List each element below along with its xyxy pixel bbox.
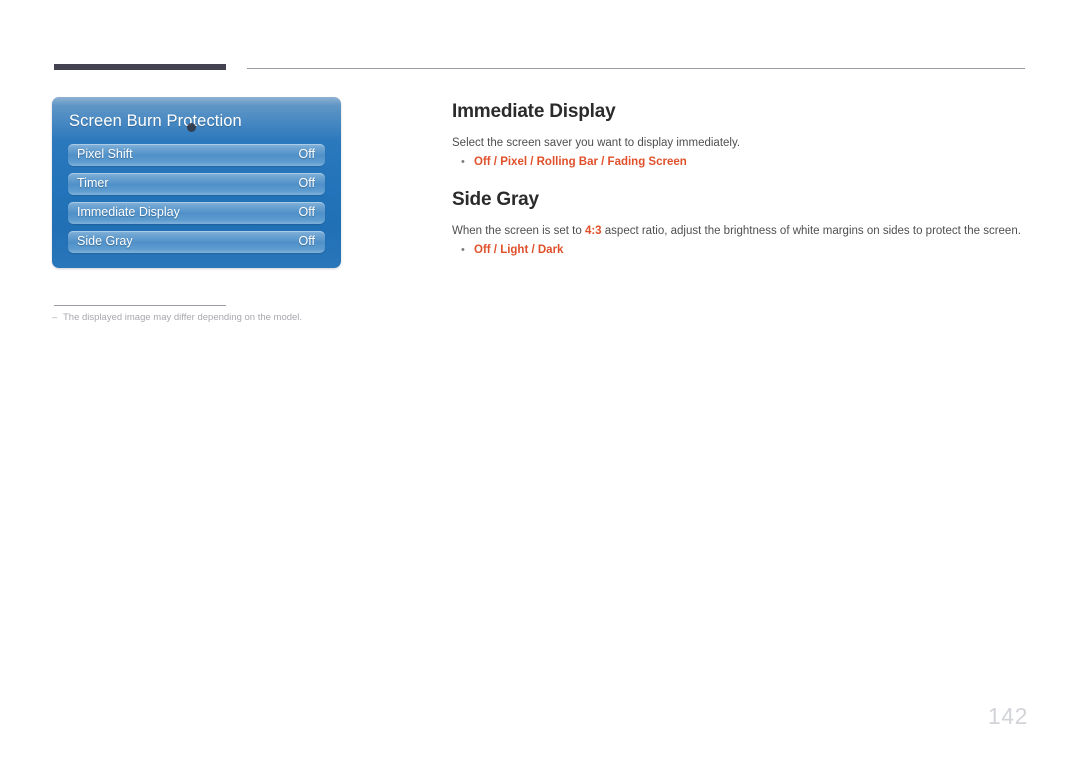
footnote-dash: – bbox=[52, 312, 58, 323]
osd-menu-item-label: Side Gray bbox=[77, 234, 133, 248]
header-rule-thin bbox=[247, 68, 1025, 69]
osd-menu-item-value: Off bbox=[298, 205, 315, 219]
osd-menu-item-value: Off bbox=[298, 176, 315, 190]
manual-page: { "page": { "number": "142", "footnote_d… bbox=[0, 0, 1080, 763]
footnote-divider bbox=[54, 305, 226, 306]
osd-menu-item-timer[interactable]: Timer Off bbox=[68, 173, 325, 195]
bullet-icon: • bbox=[461, 244, 465, 256]
bullet-icon: • bbox=[461, 156, 465, 168]
osd-panel-screen-burn-protection: Screen Burn Protection Pixel Shift Off T… bbox=[52, 97, 341, 268]
osd-menu-item-label: Timer bbox=[77, 176, 109, 190]
cursor-icon bbox=[187, 123, 196, 132]
osd-menu-item-value: Off bbox=[298, 234, 315, 248]
osd-menu-item-label: Immediate Display bbox=[77, 205, 180, 219]
page-number: 142 bbox=[987, 703, 1028, 729]
osd-menu-item-pixel-shift[interactable]: Pixel Shift Off bbox=[68, 144, 325, 166]
footnote-text: The displayed image may differ depending… bbox=[63, 312, 303, 323]
description-highlight-aspect-ratio: 4:3 bbox=[584, 225, 602, 237]
section-description-side-gray: When the screen is set to 4:3 aspect rat… bbox=[452, 223, 1021, 239]
section-title-immediate-display: Immediate Display bbox=[452, 101, 616, 122]
osd-menu-list: Pixel Shift Off Timer Off Immediate Disp… bbox=[68, 144, 325, 260]
osd-menu-item-label: Pixel Shift bbox=[77, 147, 133, 161]
options-list-immediate-display: Off / Pixel / Rolling Bar / Fading Scree… bbox=[474, 156, 687, 168]
osd-menu-item-immediate-display[interactable]: Immediate Display Off bbox=[68, 202, 325, 224]
section-title-side-gray: Side Gray bbox=[452, 189, 539, 210]
osd-panel-title: Screen Burn Protection bbox=[69, 112, 242, 130]
footnote: – The displayed image may differ dependin… bbox=[52, 312, 352, 323]
options-row-immediate-display: • Off / Pixel / Rolling Bar / Fading Scr… bbox=[452, 154, 1027, 170]
description-part-before: When the screen is set to bbox=[452, 225, 585, 237]
options-row-side-gray: • Off / Light / Dark bbox=[452, 242, 1027, 258]
osd-menu-item-side-gray[interactable]: Side Gray Off bbox=[68, 231, 325, 253]
osd-menu-item-value: Off bbox=[298, 147, 315, 161]
description-part-after: aspect ratio, adjust the brightness of w… bbox=[601, 225, 1021, 237]
section-description-immediate-display: Select the screen saver you want to disp… bbox=[452, 137, 741, 149]
header-rules bbox=[0, 64, 1080, 72]
options-list-side-gray: Off / Light / Dark bbox=[474, 244, 564, 256]
header-rule-thick bbox=[54, 64, 226, 70]
